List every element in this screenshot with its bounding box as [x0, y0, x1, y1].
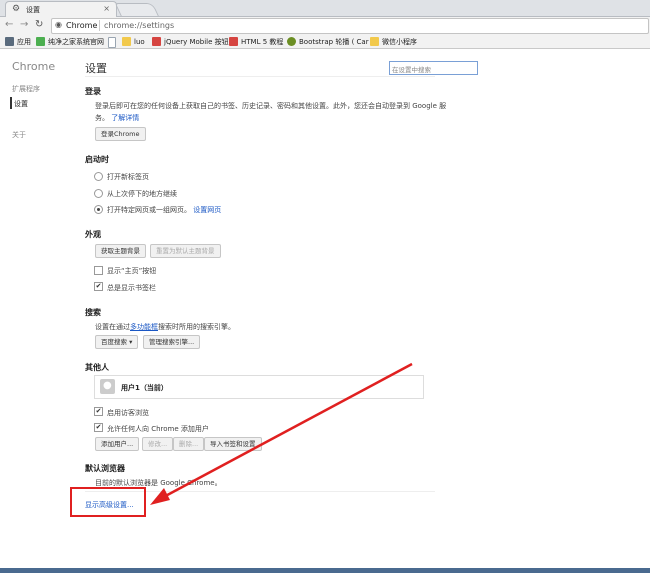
- taskbar: [0, 568, 650, 573]
- arrow-shaft: [157, 362, 413, 502]
- annotation-arrow: [150, 362, 413, 505]
- arrow-head: [150, 488, 170, 505]
